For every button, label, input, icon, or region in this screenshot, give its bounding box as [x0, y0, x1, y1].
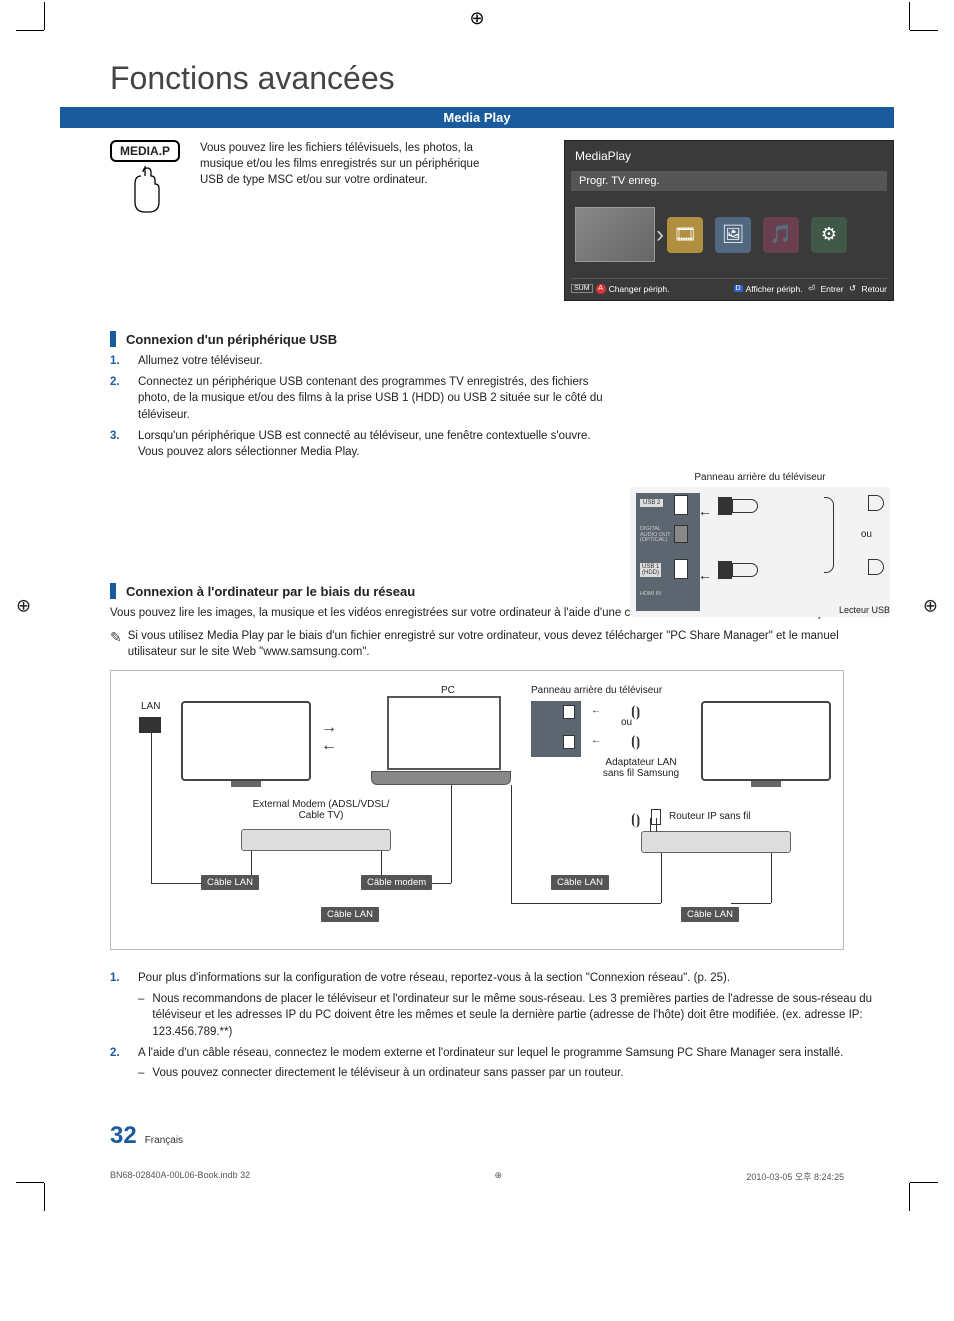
tv-screen-mockup: MediaPlay Progr. TV enreg. 🎞 🖼 🎵 ⚙ SUM A…: [564, 140, 894, 301]
cable-lan-label: Câble LAN: [201, 875, 259, 890]
router-icon: [641, 831, 791, 853]
or-label: ou: [861, 529, 872, 540]
modem-icon: [241, 829, 391, 851]
step-number: 3.: [110, 428, 126, 461]
cable-lan-label-3: Câble LAN: [321, 907, 379, 922]
music-icon: 🎵: [763, 217, 799, 253]
step-number: 2.: [110, 374, 126, 424]
button-a-badge: A: [596, 284, 606, 294]
usb-step-2: Connectez un périphérique USB contenant …: [138, 374, 608, 424]
step-number: 2.: [110, 1045, 126, 1062]
wall-lan-port-icon: [139, 717, 161, 733]
cable-lan-label-4: Câble LAN: [681, 907, 739, 922]
lan-label: LAN: [141, 701, 160, 712]
network-diagram: LAN PC → ← Panneau arrière du téléviseur…: [110, 670, 844, 950]
mediap-button-label: MEDIA.P: [110, 140, 180, 162]
sum-badge: SUM: [571, 284, 593, 293]
usb-step-3: Lorsqu'un périphérique USB est connecté …: [138, 428, 608, 461]
tv-left-icon: [181, 701, 311, 781]
usb-step-1: Allumez votre téléviseur.: [138, 353, 608, 370]
heading-marker: [110, 331, 116, 347]
port-label-usb2: USB 2: [640, 499, 663, 507]
port-label-usb1: USB 1 (HDD): [640, 563, 661, 577]
cable-modem-label: Câble modem: [361, 875, 432, 890]
port-label-digital-audio: DIGITAL AUDIO OUT (OPTICAL): [640, 527, 671, 544]
video-icon: 🎞: [667, 217, 703, 253]
net-step-1a: Nous recommandons de placer le téléviseu…: [152, 991, 892, 1041]
page-number: 32: [110, 1122, 137, 1150]
section-heading-text: Media Play: [443, 110, 510, 125]
network-note-text: Si vous utilisez Media Play par le biais…: [128, 628, 844, 660]
wifi-adapter-label: Adaptateur LAN sans fil Samsung: [601, 757, 681, 779]
hand-press-icon: [125, 164, 165, 214]
footer-filename: BN68-02840A-00L06-Book.indb 32: [110, 1170, 250, 1183]
or-label-2: ou: [621, 717, 632, 728]
port-label-hdmi: HDMI IN: [640, 591, 661, 597]
footer-timestamp: 2010-03-05 오후 8:24:25: [746, 1170, 844, 1183]
usb-connection-heading: Connexion d'un périphérique USB: [126, 332, 337, 347]
tv-mediaplay-title: MediaPlay: [571, 147, 887, 165]
tv-mediaplay-subtitle: Progr. TV enreg.: [571, 171, 887, 191]
button-d-badge: D: [734, 285, 743, 292]
step-number: 1.: [110, 353, 126, 370]
show-device-label: Afficher périph.: [746, 284, 803, 294]
net-step-2a: Vous pouvez connecter directement le tél…: [152, 1065, 892, 1082]
page-title: Fonctions avancées: [110, 60, 894, 97]
return-label: Retour: [861, 284, 887, 294]
dash-bullet: –: [138, 991, 144, 1041]
network-connection-heading: Connexion à l'ordinateur par le biais du…: [126, 584, 415, 599]
net-step-2: A l'aide d'un câble réseau, connectez le…: [138, 1045, 878, 1062]
section-heading-bar: Media Play: [60, 107, 894, 128]
wireless-router-label: Routeur IP sans fil: [669, 811, 751, 822]
page-language: Français: [145, 1135, 183, 1146]
remote-button-illustration: MEDIA.P: [110, 140, 180, 214]
step-number: 1.: [110, 970, 126, 987]
pc-label: PC: [441, 685, 455, 696]
note-icon: ✎: [110, 628, 122, 660]
rear-panel-label: Panneau arrière du téléviseur: [531, 685, 662, 696]
rear-panel-diagram: Panneau arrière du téléviseur USB 2 DIGI…: [630, 472, 890, 617]
cable-lan-label-2: Câble LAN: [551, 875, 609, 890]
rear-panel-title: Panneau arrière du téléviseur: [630, 472, 890, 483]
heading-marker: [110, 583, 116, 599]
mediaplay-description: Vous pouvez lire les fichiers télévisuel…: [200, 140, 500, 188]
settings-icon: ⚙: [811, 217, 847, 253]
enter-label: Entrer: [820, 284, 843, 294]
tv-thumbnail-recorded: [575, 207, 655, 262]
photo-icon: 🖼: [715, 217, 751, 253]
external-modem-label: External Modem (ADSL/VDSL/ Cable TV): [241, 799, 401, 821]
usb-reader-label: Lecteur USB: [839, 605, 890, 615]
laptop-icon: [371, 771, 511, 785]
net-step-1: Pour plus d'informations sur la configur…: [138, 970, 878, 987]
change-device-label: Changer périph.: [609, 284, 670, 294]
dash-bullet: –: [138, 1065, 144, 1082]
tv-right-icon: [701, 701, 831, 781]
